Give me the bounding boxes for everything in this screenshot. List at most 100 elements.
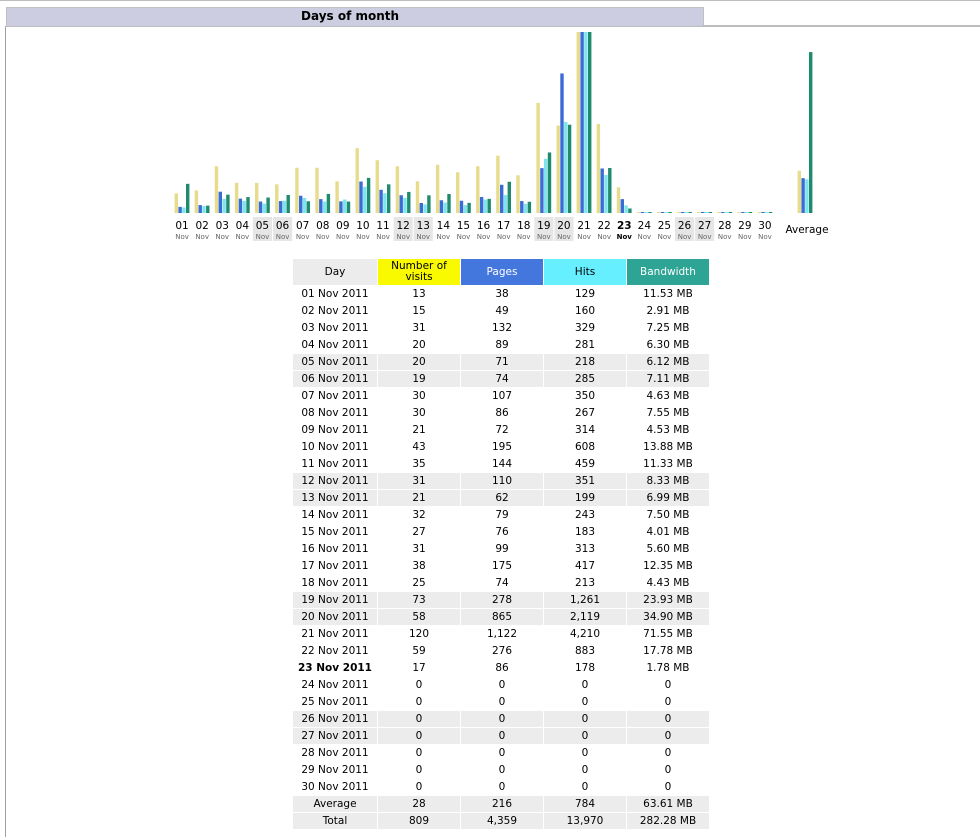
bar-16-0 xyxy=(476,166,480,213)
bar-18-1 xyxy=(520,201,524,213)
table-body: 01 Nov 2011 13 38 129 11.53 MB 02 Nov 2011 15 4… xyxy=(293,286,709,829)
bar-15-0 xyxy=(456,172,460,213)
day-label-27: 27 xyxy=(698,220,711,232)
month-label: Nov xyxy=(336,233,350,241)
day-label-14: 14 xyxy=(437,220,451,232)
month-label: Nov xyxy=(316,233,330,241)
month-label: Nov xyxy=(175,233,189,241)
cell-visits: 30 xyxy=(412,407,426,419)
bar-09-2 xyxy=(343,199,347,213)
month-label: Nov xyxy=(296,233,310,241)
cell-pages: 175 xyxy=(491,560,513,572)
summary-row: Total 809 4,359 13,970 282.28 MB xyxy=(293,813,709,829)
day-label-12: 12 xyxy=(396,220,409,232)
month-label: Nov xyxy=(517,233,531,241)
bar-07-1 xyxy=(299,195,303,213)
table-row: 28 Nov 2011 0 0 0 0 xyxy=(293,745,709,761)
cell-bandwidth: 6.30 MB xyxy=(646,339,690,351)
cell-pages: 79 xyxy=(495,509,509,521)
cell-bandwidth: 2.91 MB xyxy=(646,305,690,317)
cell-bandwidth: 71.55 MB xyxy=(643,628,693,640)
cell-pages: 278 xyxy=(461,592,543,608)
cell-bandwidth: 11.53 MB xyxy=(643,288,693,300)
bar-05-3 xyxy=(266,197,270,213)
day-label-17: 17 xyxy=(497,220,510,232)
table-row: 11 Nov 2011 35 144 459 11.33 MB xyxy=(293,456,709,472)
bar-21-2 xyxy=(584,32,588,213)
bar-23-2 xyxy=(624,205,628,213)
bar-29-3 xyxy=(748,212,753,213)
bar-10-0 xyxy=(355,148,359,213)
cell-visits: 30 xyxy=(412,390,426,402)
cell-visits: 0 xyxy=(415,764,423,776)
bar-02-2 xyxy=(202,206,206,213)
cell-hits: 351 xyxy=(544,473,626,489)
cell-pages: 49 xyxy=(495,305,509,317)
bar-10-3 xyxy=(366,177,371,213)
bar-01-0 xyxy=(174,193,178,213)
month-label: Nov xyxy=(658,233,672,241)
summary-cell-visits: 809 xyxy=(378,813,460,829)
cell-visits: 19 xyxy=(378,371,460,387)
bar-17-0 xyxy=(496,155,500,213)
cell-hits: 2,119 xyxy=(544,609,626,625)
cell-pages: 86 xyxy=(495,662,509,674)
summary-cell-bandwidth: 63.61 MB xyxy=(627,796,709,812)
cell-pages: 0 xyxy=(498,764,506,776)
month-label: Nov xyxy=(738,233,752,241)
bar-12-0 xyxy=(395,166,400,213)
table-row: 29 Nov 2011 0 0 0 0 xyxy=(293,762,709,778)
month-label: Nov xyxy=(597,233,611,241)
month-label: Nov xyxy=(437,233,451,241)
table-row: 27 Nov 2011 0 0 0 0 xyxy=(293,728,709,744)
day-label-05: 05 xyxy=(256,220,269,232)
cell-visits: 31 xyxy=(378,473,460,489)
month-label: Nov xyxy=(537,233,551,241)
bar-13-1 xyxy=(419,202,423,213)
bar-03-1 xyxy=(218,191,222,213)
bar-30-1 xyxy=(761,212,765,213)
cell-bandwidth: 4.63 MB xyxy=(646,390,690,402)
cell-hits: 243 xyxy=(574,509,596,521)
bar-03-2 xyxy=(222,198,226,213)
cell-hits: 285 xyxy=(544,371,626,387)
bar-26-2 xyxy=(684,212,689,213)
cell-visits: 20 xyxy=(412,339,426,351)
cell-visits: 21 xyxy=(378,490,460,506)
day-label-02: 02 xyxy=(195,220,208,232)
bar-20-0 xyxy=(556,125,560,213)
cell-bandwidth: 6.12 MB xyxy=(627,354,709,370)
cell-pages: 89 xyxy=(495,339,509,351)
cell-pages: 110 xyxy=(461,473,543,489)
cell-bandwidth: 0 xyxy=(627,711,709,727)
bar-24-2 xyxy=(644,212,648,213)
cell-day: 26 Nov 2011 xyxy=(293,711,377,727)
cell-hits: 129 xyxy=(574,288,596,300)
col-header-pages: Pages xyxy=(461,259,543,285)
table-row: 03 Nov 2011 31 132 329 7.25 MB xyxy=(293,320,709,336)
bar-16-1 xyxy=(479,197,484,213)
cell-hits: 0 xyxy=(581,764,589,776)
cell-day: 12 Nov 2011 xyxy=(293,473,377,489)
table-row: 06 Nov 2011 19 74 285 7.11 MB xyxy=(293,371,709,387)
table-row: 23 Nov 2011 17 86 178 1.78 MB xyxy=(293,660,709,676)
cell-pages: 0 xyxy=(498,679,506,691)
cell-visits: 58 xyxy=(378,609,460,625)
table-row: 21 Nov 2011 120 1,122 4,210 71.55 MB xyxy=(293,626,709,642)
cell-day: 29 Nov 2011 xyxy=(301,764,369,776)
bar-11-1 xyxy=(379,189,383,213)
table-row: 01 Nov 2011 13 38 129 11.53 MB xyxy=(293,286,709,302)
cell-bandwidth: 4.43 MB xyxy=(646,577,690,589)
day-label-23: 23 xyxy=(617,220,632,232)
bar-21-1 xyxy=(580,32,584,213)
bar-17-3 xyxy=(507,181,511,213)
cell-bandwidth: 0 xyxy=(627,728,709,744)
bar-06-3 xyxy=(286,195,290,213)
table-row: 09 Nov 2011 21 72 314 4.53 MB xyxy=(293,422,709,438)
bar-04-1 xyxy=(238,198,243,213)
bar-04-3 xyxy=(246,197,250,213)
day-label-28: 28 xyxy=(718,220,731,232)
day-label-30: 30 xyxy=(758,220,771,232)
month-label: Nov xyxy=(356,233,370,241)
cell-day: 03 Nov 2011 xyxy=(301,322,369,334)
